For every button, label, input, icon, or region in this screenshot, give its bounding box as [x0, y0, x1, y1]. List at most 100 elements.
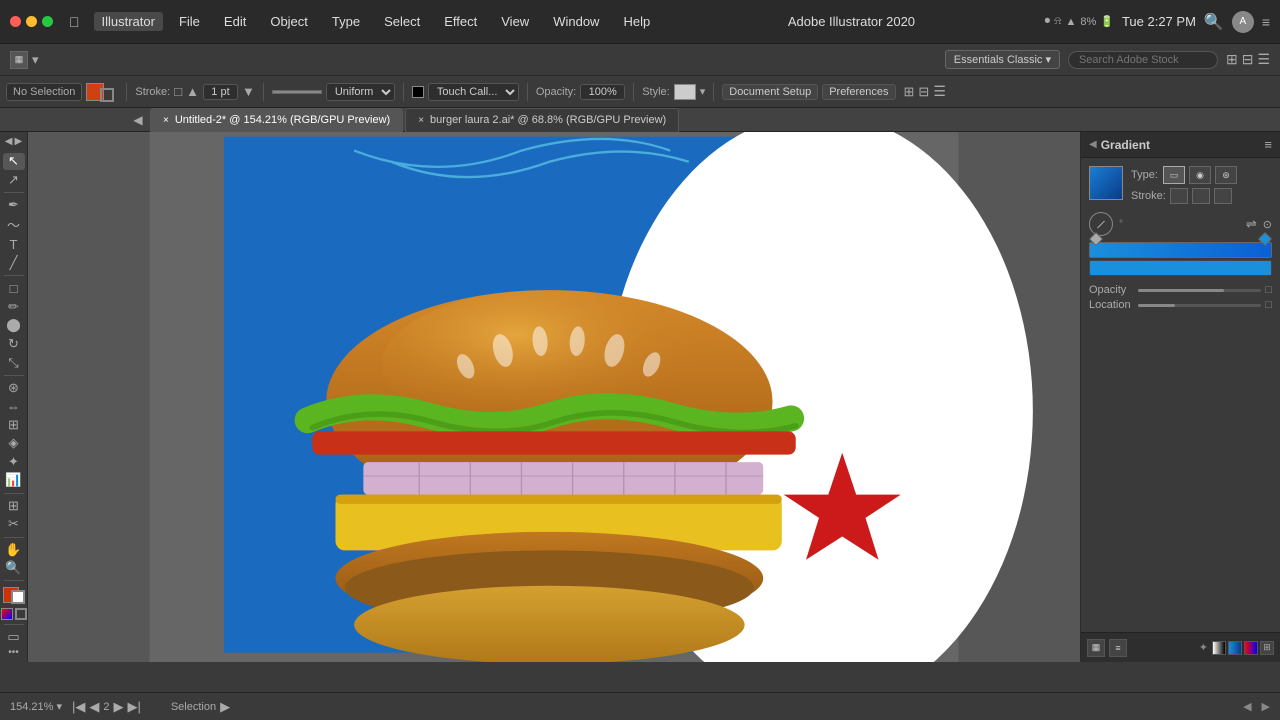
menu-window[interactable]: Window — [545, 12, 607, 31]
stroke-up-icon[interactable]: ▲ — [186, 84, 199, 99]
last-page-btn[interactable]: ▶| — [127, 699, 140, 715]
fullscreen-button[interactable] — [42, 16, 53, 27]
next-page-btn[interactable]: ▶ — [113, 699, 123, 715]
menu-object[interactable]: Object — [262, 12, 316, 31]
gradient-fill-icon[interactable] — [1, 608, 13, 620]
panel-expand-icon[interactable]: ≡ — [1264, 137, 1272, 152]
spotlight-button[interactable]: 🔍 — [1204, 12, 1224, 32]
zoom-control[interactable]: 154.21% ▾ — [10, 700, 62, 713]
stroke-option-2[interactable] — [1192, 188, 1210, 204]
stroke-option-1[interactable] — [1170, 188, 1188, 204]
gradient-linear-btn[interactable]: ▭ — [1163, 166, 1185, 184]
tab-close-icon[interactable]: × — [163, 115, 169, 126]
more-options-icon[interactable]: ☰ — [933, 83, 946, 100]
fill-color[interactable] — [86, 82, 114, 102]
gradient-library-btn[interactable]: ≡ — [1109, 639, 1127, 657]
traffic-lights[interactable] — [10, 16, 53, 27]
stroke-type-select[interactable]: Uniform — [326, 83, 395, 101]
gradient-preset-2[interactable] — [1228, 641, 1242, 655]
tool-text[interactable]: T — [3, 236, 25, 253]
view-mode-icon[interactable]: ▦ — [10, 51, 28, 69]
tab-burger[interactable]: × burger laura 2.ai* @ 68.8% (RGB/GPU Pr… — [405, 108, 679, 132]
gradient-swatch[interactable] — [1089, 166, 1123, 200]
align-icon[interactable]: ⊟ — [1242, 51, 1254, 68]
tool-artboard[interactable]: ⊞ — [3, 498, 25, 515]
gradient-freeform-btn[interactable]: ⊛ — [1215, 166, 1237, 184]
gradient-bar[interactable] — [1089, 242, 1272, 258]
tool-free-transform[interactable]: ⊞ — [3, 417, 25, 434]
panel-collapse-icon[interactable]: ◀ — [1089, 139, 1097, 150]
style-dropdown[interactable]: ▾ — [700, 85, 706, 98]
menu-file[interactable]: File — [171, 12, 208, 31]
user-avatar[interactable]: A — [1232, 11, 1254, 33]
doc-setup-button[interactable]: Document Setup — [722, 84, 818, 100]
arrange-icon[interactable]: ⊞ — [1226, 51, 1238, 68]
tool-scale[interactable]: ⤡ — [3, 354, 25, 371]
opacity-slider[interactable] — [1138, 289, 1261, 292]
preferences-button[interactable]: Preferences — [822, 84, 895, 100]
first-page-btn[interactable]: |◀ — [72, 699, 85, 715]
more-tools-btn[interactable]: ••• — [8, 647, 19, 658]
opacity-input[interactable] — [580, 84, 625, 100]
stroke-color-box[interactable]: □ — [174, 84, 182, 99]
tabs-left-btn[interactable]: ◀ — [130, 112, 146, 128]
menu-select[interactable]: Select — [376, 12, 428, 31]
stroke-width-input[interactable]: 1 pt — [203, 84, 238, 100]
tool-rectangle[interactable]: □ — [3, 280, 25, 297]
gradient-more-btn[interactable]: ⊞ — [1260, 641, 1274, 655]
tool-slice[interactable]: ✂ — [3, 516, 25, 533]
tab-close-icon-2[interactable]: × — [418, 115, 424, 126]
scroll-right-btn[interactable]: ▶ — [1262, 700, 1270, 713]
tab-untitled[interactable]: × Untitled-2* @ 154.21% (RGB/GPU Preview… — [150, 108, 403, 132]
essentials-dropdown[interactable]: Essentials Classic ▾ — [945, 50, 1060, 69]
fill-stroke-indicator[interactable] — [3, 587, 25, 604]
reverse-icon[interactable]: ⇌ — [1246, 216, 1257, 232]
style-preview[interactable] — [674, 84, 696, 100]
tool-line[interactable]: ╱ — [3, 255, 25, 272]
tool-blob-brush[interactable]: ⬤ — [3, 317, 25, 334]
tool-curvature[interactable]: 〜 — [3, 215, 25, 234]
menu-type[interactable]: Type — [324, 12, 368, 31]
stroke-style-preview[interactable] — [272, 90, 322, 94]
control-strip-icon[interactable]: ≡ — [1262, 14, 1270, 30]
tool-paintbrush[interactable]: ✏ — [3, 299, 25, 316]
tool-zoom[interactable]: 🔍 — [3, 560, 25, 577]
angle-indicator[interactable] — [1089, 212, 1113, 236]
tool-selection[interactable]: ↖ — [3, 153, 25, 170]
menu-illustrator[interactable]: Illustrator — [94, 12, 163, 31]
tool-expand-icon[interactable]: ▶ — [220, 699, 230, 715]
stock-search-input[interactable] — [1068, 51, 1218, 69]
expand-right-btn[interactable]: ▶ — [15, 136, 23, 147]
tool-rotate[interactable]: ↻ — [3, 336, 25, 353]
zoom-dropdown[interactable]: ▾ — [56, 700, 62, 713]
tool-width[interactable]: ⇔ — [3, 398, 25, 415]
stroke-down-icon[interactable]: ▼ — [242, 84, 255, 99]
touch-select[interactable]: Touch Call... — [428, 83, 519, 101]
no-fill-icon[interactable] — [15, 608, 27, 620]
tool-hand[interactable]: ✋ — [3, 541, 25, 558]
add-gradient-btn[interactable]: ✦ — [1199, 641, 1208, 654]
stroke-option-3[interactable] — [1214, 188, 1232, 204]
brush-color[interactable] — [412, 86, 424, 98]
tool-pen[interactable]: ✒ — [3, 197, 25, 214]
gradient-preset-3[interactable] — [1244, 641, 1258, 655]
arrange-icon2[interactable]: ⊞ — [904, 84, 915, 100]
align-right-icon[interactable]: ⊟ — [918, 84, 929, 100]
close-button[interactable] — [10, 16, 21, 27]
snap-icon[interactable]: ⊙ — [1263, 218, 1272, 231]
tool-eyedropper[interactable]: ✦ — [3, 454, 25, 471]
scroll-left-btn[interactable]: ◀ — [1243, 700, 1251, 713]
collapse-left-btn[interactable]: ◀ — [5, 136, 13, 147]
menu-edit[interactable]: Edit — [216, 12, 254, 31]
tool-graph[interactable]: 📊 — [3, 472, 25, 489]
tool-direct-selection[interactable]: ↗ — [3, 172, 25, 189]
minimize-button[interactable] — [26, 16, 37, 27]
tool-change-screen[interactable]: ▭ — [3, 628, 25, 645]
gradient-radial-btn[interactable]: ◉ — [1189, 166, 1211, 184]
prev-page-btn[interactable]: ◀ — [89, 699, 99, 715]
menu-help[interactable]: Help — [615, 12, 658, 31]
menu-icon[interactable]: ☰ — [1257, 51, 1270, 68]
gradient-swatch-btn[interactable]: ▦ — [1087, 639, 1105, 657]
menu-effect[interactable]: Effect — [436, 12, 485, 31]
gradient-preset-1[interactable] — [1212, 641, 1226, 655]
